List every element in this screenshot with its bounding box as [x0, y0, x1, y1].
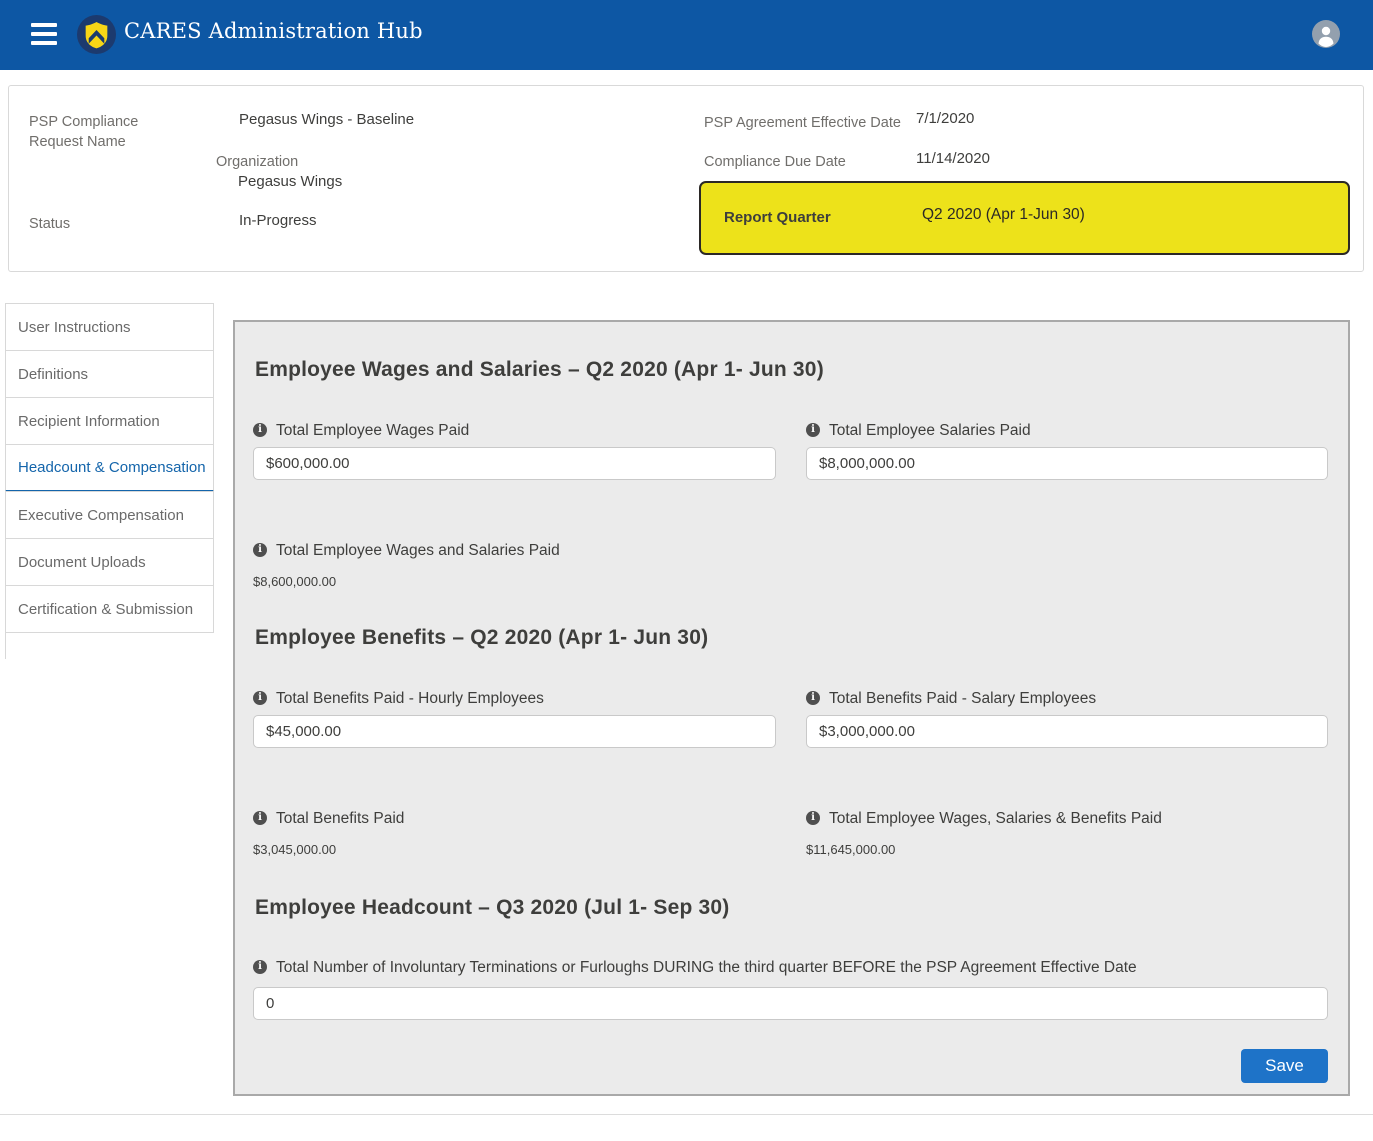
headcount-compensation-form: Employee Wages and Salaries – Q2 2020 (A… [233, 320, 1350, 1096]
info-icon[interactable]: i [253, 423, 267, 437]
field-total-benefits-paid: i Total Benefits Paid $3,045,000.00 [253, 808, 776, 857]
sidebar-item-certification-submission[interactable]: Certification & Submission [5, 585, 214, 633]
info-icon[interactable]: i [806, 691, 820, 705]
effective-date-label: PSP Agreement Effective Date [704, 113, 901, 133]
report-quarter-highlight: Report Quarter Q2 2020 (Apr 1-Jun 30) [699, 181, 1350, 255]
total-employee-salaries-paid-input[interactable] [806, 447, 1328, 480]
field-label: Total Employee Wages, Salaries & Benefit… [829, 808, 1162, 829]
bottom-divider [0, 1114, 1373, 1115]
benefits-hourly-input[interactable] [253, 715, 776, 748]
field-label: Total Benefits Paid - Salary Employees [829, 688, 1096, 709]
field-label: Total Employee Wages Paid [276, 420, 469, 441]
app-header: CARES Administration Hub [0, 0, 1373, 70]
field-label: Total Number of Involuntary Terminations… [276, 954, 1137, 981]
info-icon[interactable]: i [806, 423, 820, 437]
benefits-salary-input[interactable] [806, 715, 1328, 748]
app-logo-icon [77, 15, 116, 54]
organization-value: Pegasus Wings [238, 173, 342, 190]
field-label: Total Employee Wages and Salaries Paid [276, 540, 560, 561]
request-name-value: Pegasus Wings - Baseline [239, 111, 414, 128]
status-value: In-Progress [239, 212, 317, 229]
user-avatar-icon[interactable] [1312, 20, 1340, 48]
field-benefits-hourly: i Total Benefits Paid - Hourly Employees [253, 688, 776, 748]
sidebar-item-executive-compensation[interactable]: Executive Compensation [5, 491, 214, 539]
sidebar-edge [5, 633, 214, 659]
field-label: Total Benefits Paid - Hourly Employees [276, 688, 544, 709]
total-wages-salaries-benefits-value: $11,645,000.00 [806, 842, 1328, 857]
wages-section-heading: Employee Wages and Salaries – Q2 2020 (A… [255, 358, 824, 382]
info-icon[interactable]: i [253, 691, 267, 705]
info-icon[interactable]: i [806, 811, 820, 825]
request-name-label: PSP Compliance Request Name [29, 112, 189, 152]
info-icon[interactable]: i [253, 960, 267, 974]
field-total-wages-salaries-paid: i Total Employee Wages and Salaries Paid… [253, 540, 776, 589]
field-benefits-salary: i Total Benefits Paid - Salary Employees [806, 688, 1328, 748]
sidebar-item-label: Executive Compensation [18, 507, 184, 524]
field-total-employee-wages-paid: i Total Employee Wages Paid [253, 420, 776, 480]
benefits-section-heading: Employee Benefits – Q2 2020 (Apr 1- Jun … [255, 626, 708, 650]
sidebar-item-user-instructions[interactable]: User Instructions [5, 303, 214, 351]
sidebar-item-definitions[interactable]: Definitions [5, 350, 214, 398]
field-label: Total Benefits Paid [276, 808, 404, 829]
sidebar-nav: User Instructions Definitions Recipient … [5, 303, 214, 659]
effective-date-value: 7/1/2020 [916, 110, 974, 127]
report-quarter-label: Report Quarter [724, 209, 831, 226]
sidebar-item-label: User Instructions [18, 319, 131, 336]
organization-label: Organization [216, 152, 298, 172]
app-title: CARES Administration Hub [124, 19, 423, 43]
sidebar-item-label: Certification & Submission [18, 601, 193, 618]
info-icon[interactable]: i [253, 811, 267, 825]
field-total-wages-salaries-benefits: i Total Employee Wages, Salaries & Benef… [806, 808, 1328, 857]
headcount-section-heading: Employee Headcount – Q3 2020 (Jul 1- Sep… [255, 896, 729, 920]
report-quarter-value: Q2 2020 (Apr 1-Jun 30) [922, 206, 1085, 224]
save-button[interactable]: Save [1241, 1049, 1328, 1083]
sidebar-item-document-uploads[interactable]: Document Uploads [5, 538, 214, 586]
total-wages-salaries-paid-value: $8,600,000.00 [253, 574, 776, 589]
field-total-employee-salaries-paid: i Total Employee Salaries Paid [806, 420, 1328, 480]
sidebar-item-label: Definitions [18, 366, 88, 383]
due-date-value: 11/14/2020 [916, 150, 990, 167]
total-employee-wages-paid-input[interactable] [253, 447, 776, 480]
status-label: Status [29, 214, 70, 234]
total-benefits-paid-value: $3,045,000.00 [253, 842, 776, 857]
field-label: Total Employee Salaries Paid [829, 420, 1031, 441]
sidebar-item-label: Recipient Information [18, 413, 160, 430]
compliance-summary-panel: PSP Compliance Request Name Pegasus Wing… [8, 85, 1364, 272]
menu-icon[interactable] [31, 23, 57, 45]
involuntary-terminations-input[interactable] [253, 987, 1328, 1020]
sidebar-item-headcount-compensation[interactable]: Headcount & Compensation [5, 444, 214, 492]
due-date-label: Compliance Due Date [704, 152, 846, 172]
sidebar-item-label: Document Uploads [18, 554, 146, 571]
sidebar-item-recipient-information[interactable]: Recipient Information [5, 397, 214, 445]
sidebar-item-label: Headcount & Compensation [18, 459, 206, 476]
info-icon[interactable]: i [253, 543, 267, 557]
field-involuntary-terminations: i Total Number of Involuntary Terminatio… [253, 954, 1328, 1020]
